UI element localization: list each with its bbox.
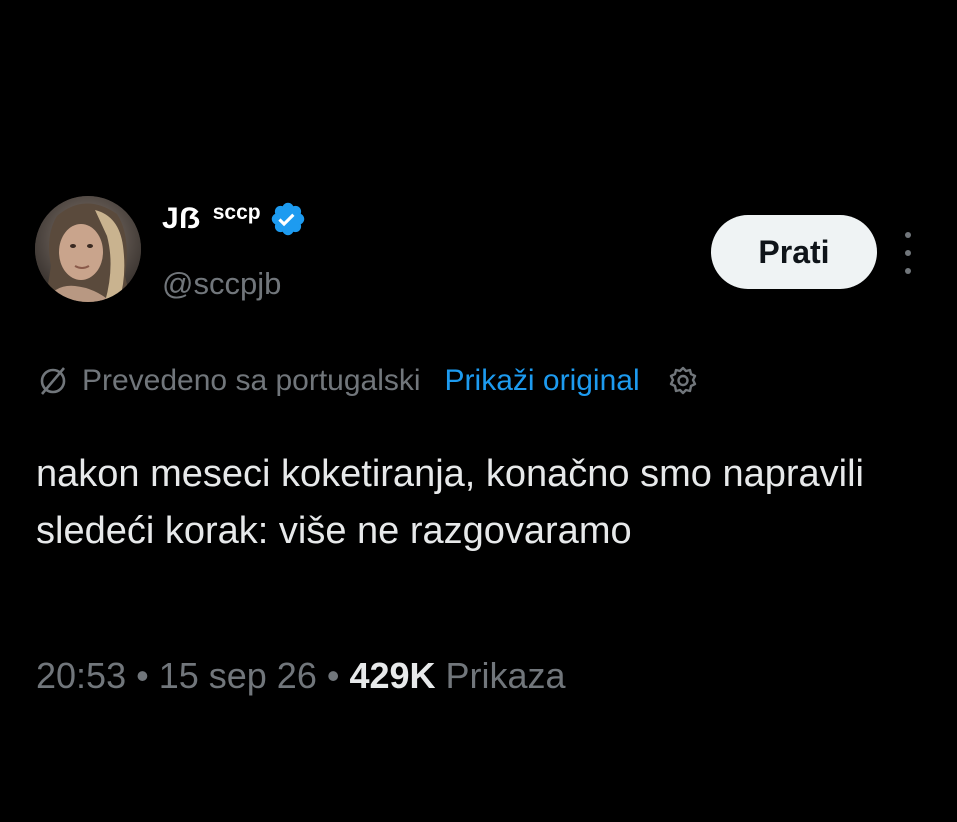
verified-badge-icon xyxy=(269,200,307,238)
avatar[interactable] xyxy=(35,196,141,302)
more-dot xyxy=(905,232,911,238)
more-vertical-icon[interactable] xyxy=(896,232,920,274)
tweet-date[interactable]: 15 sep 26 xyxy=(159,655,317,696)
author-name-row[interactable]: Jẞ sccp xyxy=(162,200,307,238)
views-label[interactable]: Prikaza xyxy=(446,655,566,696)
translate-icon xyxy=(36,364,70,398)
more-dot xyxy=(905,268,911,274)
display-name-suffix[interactable]: sccp xyxy=(213,201,261,225)
more-dot xyxy=(905,250,911,256)
separator: • xyxy=(136,655,149,696)
avatar-photo xyxy=(35,196,141,302)
translation-label: Prevedeno sa portugalski xyxy=(82,364,421,397)
gear-icon[interactable] xyxy=(666,364,700,398)
tweet-meta: 20:53 • 15 sep 26 • 429K Prikaza xyxy=(36,655,566,697)
follow-button[interactable]: Prati xyxy=(711,215,877,289)
tweet-text: nakon meseci koketiranja, konačno smo na… xyxy=(36,453,864,552)
author-handle[interactable]: @sccpjb xyxy=(162,266,281,302)
views-count[interactable]: 429K xyxy=(349,655,435,696)
tweet-time[interactable]: 20:53 xyxy=(36,655,126,696)
display-name[interactable]: Jẞ xyxy=(162,202,201,236)
separator: • xyxy=(326,655,340,696)
show-original-link[interactable]: Prikaži original xyxy=(445,364,640,398)
translation-row: Prevedeno sa portugalski Prikaži origina… xyxy=(36,364,700,398)
tweet-card: Jẞ sccp @sccpjb Prati Prevedeno sa portu… xyxy=(0,0,957,822)
